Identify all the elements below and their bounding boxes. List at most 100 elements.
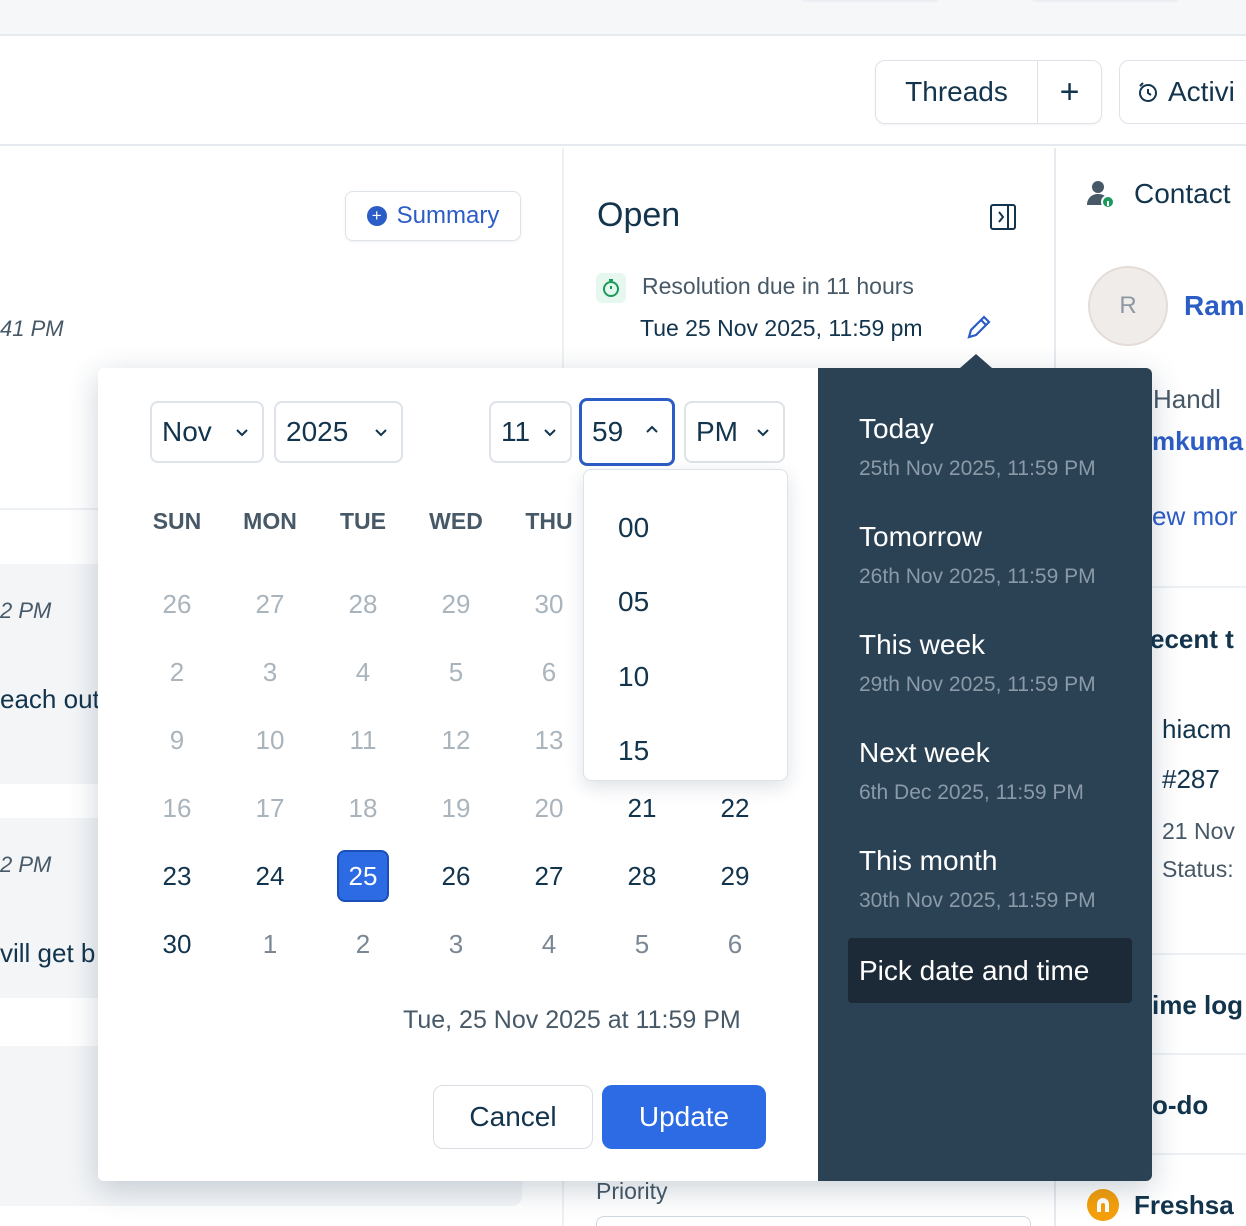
weekday-header: SUN — [152, 508, 202, 534]
calendar-day[interactable]: 4 — [523, 918, 575, 970]
quick-option-date: 25th Nov 2025, 11:59 PM — [859, 457, 1096, 480]
divider — [1152, 586, 1246, 588]
collapse-panel-icon[interactable] — [989, 203, 1017, 231]
todo-heading[interactable]: o-do — [1152, 1090, 1208, 1121]
calendar-day[interactable]: 2 — [337, 918, 389, 970]
divider — [1152, 1053, 1246, 1055]
calendar-day[interactable]: 21 — [616, 782, 668, 834]
time-log-heading[interactable]: ime log — [1152, 990, 1243, 1021]
calendar-day[interactable]: 20 — [523, 782, 575, 834]
calendar-day[interactable]: 27 — [244, 578, 296, 630]
calendar-day[interactable]: 29 — [430, 578, 482, 630]
summary-label: Summary — [396, 202, 500, 229]
divider — [1152, 953, 1246, 955]
plus-circle-icon: + — [366, 206, 387, 226]
weekday-header: MON — [243, 508, 297, 534]
calendar-day[interactable]: 2 — [151, 646, 203, 698]
month-select[interactable]: Nov — [150, 401, 264, 463]
calendar-day[interactable]: 16 — [151, 782, 203, 834]
pick-date-time-option[interactable]: Pick date and time — [848, 938, 1132, 1003]
quick-option-this-week[interactable]: This week 29th Nov 2025, 11:59 PM — [859, 629, 1139, 697]
calendar-day[interactable]: 1 — [244, 918, 296, 970]
chevron-up-icon — [646, 425, 658, 433]
quick-option-this-month[interactable]: This month 30th Nov 2025, 11:59 PM — [859, 845, 1139, 913]
calendar-day[interactable]: 10 — [244, 714, 296, 766]
minute-option[interactable]: 10 — [618, 661, 649, 693]
date-time-picker: Nov 2025 11 59 PM SUN MON TUE WED THU 26… — [98, 354, 1152, 1181]
activity-label: Activi — [1168, 76, 1235, 107]
calendar-day[interactable]: 24 — [244, 850, 296, 902]
calendar-day[interactable]: 28 — [616, 850, 668, 902]
calendar-day[interactable]: 6 — [523, 646, 575, 698]
quick-option-today[interactable]: Today 25th Nov 2025, 11:59 PM — [859, 413, 1139, 481]
calendar-day[interactable]: 30 — [523, 578, 575, 630]
freshsales-heading[interactable]: Freshsa — [1086, 1188, 1234, 1222]
top-bar-pill — [800, 0, 940, 2]
calendar-day[interactable]: 26 — [430, 850, 482, 902]
month-value: Nov — [162, 416, 212, 447]
hour-select[interactable]: 11 — [489, 401, 572, 463]
message-bubble — [0, 564, 100, 784]
calendar-day[interactable]: 5 — [616, 918, 668, 970]
contact-handle-value[interactable]: mkuma — [1152, 426, 1243, 457]
calendar-day[interactable]: 17 — [244, 782, 296, 834]
year-value: 2025 — [286, 416, 349, 447]
recent-ticket-date: 21 Nov — [1162, 818, 1235, 844]
stopwatch-icon — [596, 273, 626, 303]
ampm-select[interactable]: PM — [684, 401, 785, 463]
chevron-down-icon — [236, 429, 248, 437]
cancel-button[interactable]: Cancel — [433, 1085, 593, 1149]
recent-ticket-id: #287 — [1162, 764, 1220, 794]
minute-option[interactable]: 15 — [618, 735, 649, 767]
minute-option[interactable]: 00 — [618, 512, 649, 544]
freshsales-icon — [1087, 1189, 1119, 1221]
calendar-day[interactable]: 30 — [151, 918, 203, 970]
message-timestamp: 2 PM — [0, 598, 52, 623]
priority-select[interactable] — [596, 1216, 1031, 1226]
contact-name-link[interactable]: Raml — [1184, 290, 1246, 322]
calendar-day[interactable]: 26 — [151, 578, 203, 630]
calendar-day[interactable]: 3 — [244, 646, 296, 698]
calendar-day[interactable]: 11 — [337, 714, 389, 766]
minute-select[interactable]: 59 — [579, 398, 675, 466]
calendar-day[interactable]: 12 — [430, 714, 482, 766]
contact-heading-label: Contact — [1134, 178, 1231, 209]
minute-option[interactable]: 05 — [618, 586, 649, 618]
update-button[interactable]: Update — [602, 1085, 766, 1149]
calendar-day[interactable]: 18 — [337, 782, 389, 834]
top-bar-pill — [1030, 0, 1180, 2]
top-bar — [0, 0, 1246, 36]
quick-option-date: 29th Nov 2025, 11:59 PM — [859, 673, 1096, 696]
calendar-day[interactable]: 3 — [430, 918, 482, 970]
hour-value: 11 — [501, 416, 531, 447]
pencil-icon[interactable] — [964, 312, 994, 342]
calendar-day[interactable]: 19 — [430, 782, 482, 834]
calendar-day-selected[interactable]: 25 — [337, 850, 389, 902]
calendar-day[interactable]: 29 — [709, 850, 761, 902]
minute-dropdown-list: 00 05 10 15 — [583, 469, 788, 781]
calendar-day[interactable]: 9 — [151, 714, 203, 766]
quick-option-tomorrow[interactable]: Tomorrow 26th Nov 2025, 11:59 PM — [859, 521, 1139, 589]
calendar-day[interactable]: 27 — [523, 850, 575, 902]
quick-option-title: This week — [859, 629, 986, 660]
threads-button[interactable]: Threads — [876, 61, 1038, 123]
chevron-down-icon — [375, 429, 387, 437]
view-more-link[interactable]: ew mor — [1152, 501, 1237, 532]
calendar-day[interactable]: 13 — [523, 714, 575, 766]
calendar-day[interactable]: 4 — [337, 646, 389, 698]
summary-button[interactable]: + Summary — [345, 191, 521, 241]
calendar-pane: Nov 2025 11 59 PM SUN MON TUE WED THU 26… — [98, 368, 818, 1181]
contact-handle-label: l Handl — [1140, 384, 1221, 414]
weekday-header: WED — [429, 508, 483, 534]
calendar-day[interactable]: 22 — [709, 782, 761, 834]
selected-datetime-preview: Tue, 25 Nov 2025 at 11:59 PM — [403, 1006, 741, 1034]
calendar-day[interactable]: 5 — [430, 646, 482, 698]
calendar-day[interactable]: 6 — [709, 918, 761, 970]
quick-option-next-week[interactable]: Next week 6th Dec 2025, 11:59 PM — [859, 737, 1139, 805]
year-select[interactable]: 2025 — [274, 401, 403, 463]
calendar-day[interactable]: 23 — [151, 850, 203, 902]
add-thread-button[interactable]: + — [1038, 61, 1101, 123]
recent-ticket-title[interactable]: hiacm — [1162, 714, 1231, 745]
activity-button[interactable]: Activi — [1119, 60, 1246, 124]
calendar-day[interactable]: 28 — [337, 578, 389, 630]
